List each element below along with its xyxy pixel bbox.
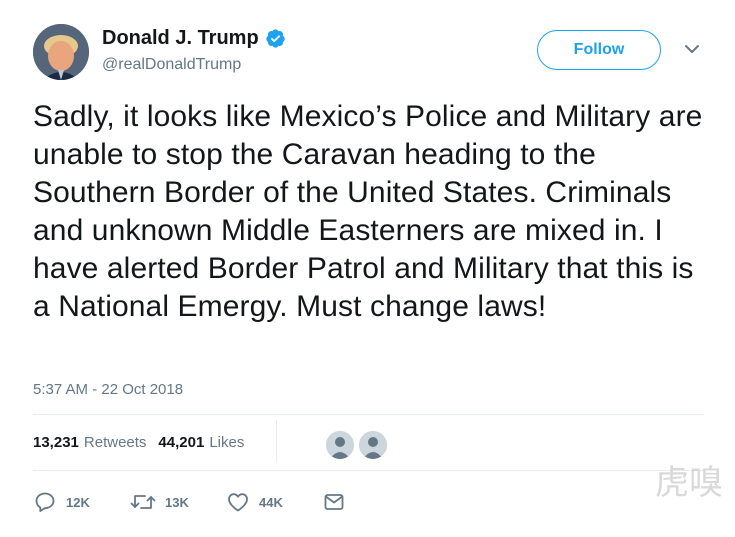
retweets-count: 13,231 [33,434,79,451]
display-name[interactable]: Donald J. Trump [102,27,259,50]
default-avatar-icon [326,431,354,459]
tweet-timestamp[interactable]: 5:37 AM - 22 Oct 2018 [33,381,183,398]
user-handle[interactable]: @realDonaldTrump [102,56,241,74]
like-count: 44K [259,494,283,510]
divider-top [33,414,704,415]
tweet-stats: 13,231 Retweets 44,201 Likes [33,434,244,451]
likes-stat[interactable]: 44,201 Likes [158,434,244,451]
reply-count: 12K [66,494,90,510]
retweets-stat[interactable]: 13,231 Retweets [33,434,146,451]
author-name-row: Donald J. Trump [102,27,286,50]
tweet-text: Sadly, it looks like Mexico’s Police and… [33,100,703,323]
watermark-logo: 虎嗅 [655,463,723,503]
reply-icon [35,492,55,512]
avatar-image [33,24,89,80]
like-button[interactable]: 44K [226,490,283,514]
verified-badge-icon [266,29,285,48]
liker-avatar[interactable] [357,429,389,461]
avatar[interactable] [33,24,89,80]
direct-message-button[interactable] [322,490,346,514]
stats-separator [276,420,277,462]
likes-label: Likes [209,434,245,451]
retweet-icon [130,495,156,509]
retweet-button[interactable]: 13K [130,490,189,514]
tweet-card: Donald J. Trump @realDonaldTrump Follow … [0,0,735,537]
default-avatar-icon [359,431,387,459]
reply-button[interactable]: 12K [33,490,90,514]
envelope-icon [324,494,344,510]
likes-count: 44,201 [158,434,205,451]
divider-bottom [33,470,704,471]
heart-icon [228,493,248,512]
retweet-count: 13K [165,494,189,510]
liker-avatar[interactable] [324,429,356,461]
retweets-label: Retweets [83,434,147,451]
follow-button[interactable]: Follow [537,30,661,70]
chevron-down-icon[interactable] [683,42,701,56]
